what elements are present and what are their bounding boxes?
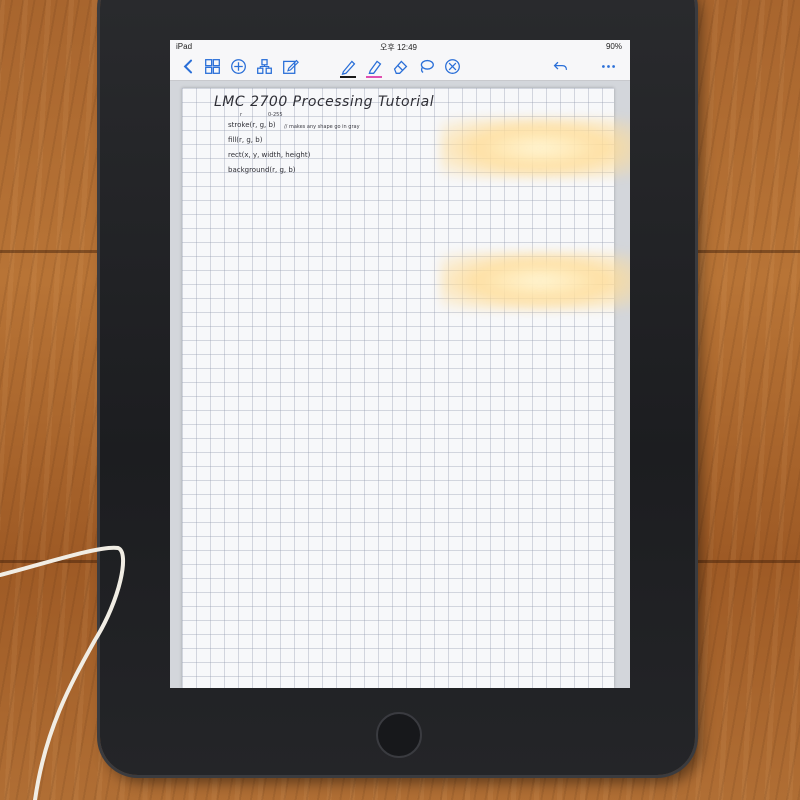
note-annotation-range: 0-255 [268, 112, 283, 118]
highlighter-icon[interactable] [364, 56, 384, 78]
screen-glare [440, 118, 630, 178]
undo-icon[interactable] [550, 56, 570, 76]
battery-level: 90% [605, 42, 622, 51]
shapes-icon[interactable] [254, 56, 274, 76]
note-page[interactable]: LMC 2700 Processing Tutorial r 0-255 str… [182, 88, 614, 688]
status-time: 오후 12:49 [380, 43, 417, 52]
chevron-left-icon[interactable] [178, 56, 198, 76]
device-label: iPad [176, 42, 193, 51]
note-line: fill(r, g, b) [228, 136, 263, 144]
note-annotation-red: r [240, 112, 243, 118]
note-line: rect(x, y, width, height) [228, 151, 311, 159]
photo-scene: iPad 오후 12:49 90% LMC 2700 Processing Tu… [0, 0, 800, 800]
eraser-icon[interactable] [390, 56, 410, 76]
status-bar: iPad 오후 12:49 90% [170, 40, 630, 54]
lasso-icon[interactable] [416, 56, 436, 76]
plus-circle-icon[interactable] [228, 56, 248, 76]
pen-icon[interactable] [338, 56, 358, 78]
more-icon[interactable] [598, 56, 618, 76]
screen-glare [440, 252, 630, 310]
grid-icon[interactable] [202, 56, 222, 76]
ipad-screen: iPad 오후 12:49 90% LMC 2700 Processing Tu… [170, 40, 630, 688]
edit-icon[interactable] [280, 56, 300, 76]
pen-color-indicator [340, 76, 356, 78]
close-circle-icon[interactable] [442, 56, 462, 76]
note-line: stroke(r, g, b) [228, 121, 276, 129]
note-side-comment: // makes any shape go in gray [284, 124, 360, 130]
notes-toolbar [170, 54, 630, 81]
note-title: LMC 2700 Processing Tutorial [214, 94, 435, 110]
home-button[interactable] [376, 712, 422, 758]
note-line: background(r, g, b) [228, 166, 296, 174]
highlighter-color-indicator [366, 76, 382, 78]
